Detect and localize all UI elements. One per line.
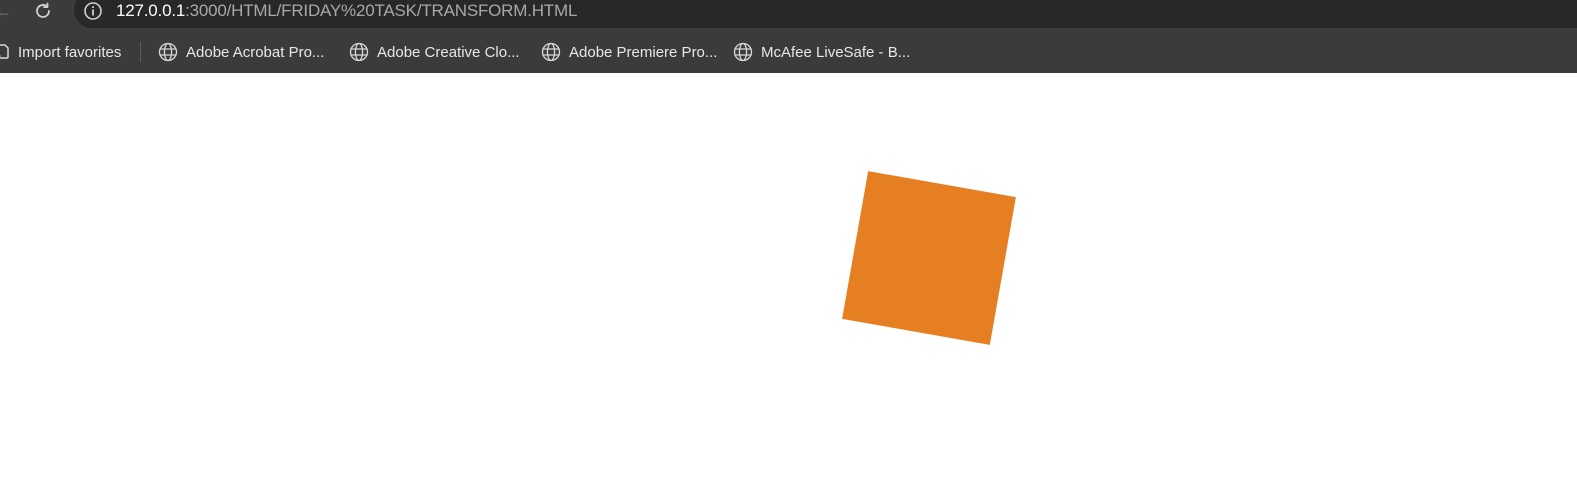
site-info-icon[interactable] [82,1,104,21]
globe-icon [541,42,561,62]
globe-icon [733,42,753,62]
bookmark-label: Adobe Premiere Pro... [569,43,718,61]
rotated-orange-square [842,171,1016,345]
bookmark-label: Adobe Creative Clo... [377,43,520,61]
browser-toolbar: ← 127.0.0.1:3000/HTML/FRIDAY%20TASK/TRAN… [0,0,1577,31]
import-favorites-button[interactable]: Import favorites [0,31,121,73]
bookmark-adobe-acrobat[interactable]: Adobe Acrobat Pro... [158,31,324,73]
bookmark-separator [140,42,141,62]
url-path: :3000/HTML/FRIDAY%20TASK/TRANSFORM.HTML [185,1,578,20]
globe-icon [349,42,369,62]
bookmark-mcafee-livesafe[interactable]: McAfee LiveSafe - B... [733,31,910,73]
globe-icon [158,42,178,62]
bookmark-label: McAfee LiveSafe - B... [761,43,911,61]
url-text[interactable]: 127.0.0.1:3000/HTML/FRIDAY%20TASK/TRANSF… [116,0,577,22]
bookmark-adobe-premiere[interactable]: Adobe Premiere Pro... [541,31,717,73]
page-viewport [0,73,1577,492]
bookmarks-bar: Import favorites Adobe Acrobat Pro... Ad… [0,31,1577,74]
bookmark-adobe-creative-cloud[interactable]: Adobe Creative Clo... [349,31,520,73]
url-host: 127.0.0.1 [116,1,186,20]
back-arrow-icon[interactable]: ← [0,1,12,21]
reload-icon[interactable] [31,0,55,22]
bookmark-label: Adobe Acrobat Pro... [186,43,325,61]
import-icon [0,44,9,59]
bookmark-label: Import favorites [18,43,122,61]
